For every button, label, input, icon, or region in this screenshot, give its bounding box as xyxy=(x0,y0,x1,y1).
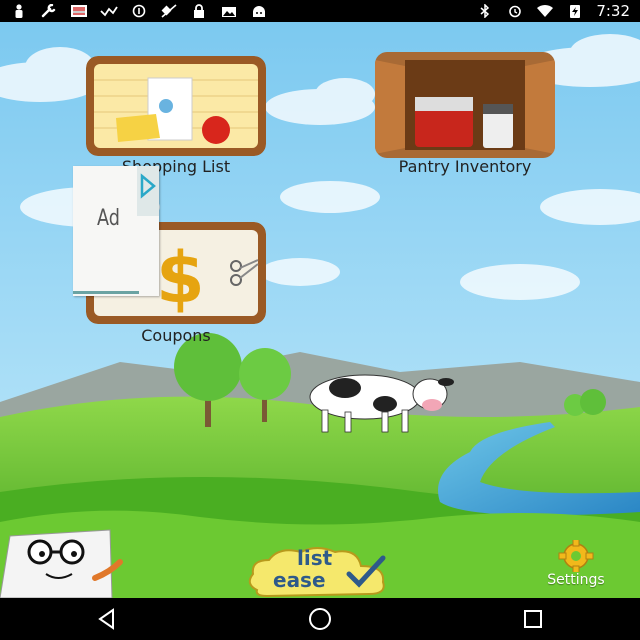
svg-text:$: $ xyxy=(156,237,205,319)
wrench-icon xyxy=(40,4,58,18)
alert-circle-icon xyxy=(130,4,148,18)
android-icon xyxy=(250,4,268,18)
home-circle-icon xyxy=(308,608,331,630)
ad-choices-strip xyxy=(137,166,159,216)
recents-square-icon xyxy=(524,610,543,628)
bluetooth-icon xyxy=(476,4,494,18)
ad-label: Ad xyxy=(97,206,120,231)
wifi-icon xyxy=(536,4,554,18)
alarm-icon xyxy=(506,4,524,18)
back-button[interactable] xyxy=(87,601,127,637)
status-bar-left xyxy=(0,4,268,18)
shopping-list-icon xyxy=(86,56,266,156)
recents-button[interactable] xyxy=(513,601,553,637)
pantry-inventory-tile[interactable] xyxy=(375,52,555,158)
person-icon xyxy=(10,4,28,18)
ad-choices-icon xyxy=(140,173,156,199)
ad-banner[interactable]: Ad xyxy=(73,166,159,296)
image-icon xyxy=(70,4,88,18)
list-ease-logo[interactable]: list ease xyxy=(245,544,395,598)
logo-text-list: list xyxy=(297,546,333,570)
navigation-bar xyxy=(0,598,640,640)
mascot-character xyxy=(0,522,140,598)
status-time: 7:32 xyxy=(596,2,630,20)
signal-check-icon xyxy=(100,4,118,18)
gear-icon xyxy=(558,538,594,574)
satellite-off-icon xyxy=(160,4,178,18)
coupons-label: Coupons xyxy=(141,326,211,345)
battery-charging-icon xyxy=(566,4,584,18)
status-bar: 7:32 xyxy=(0,0,640,22)
shopping-list-tile[interactable] xyxy=(86,56,266,156)
lock-icon xyxy=(190,4,208,18)
ad-underline xyxy=(73,291,139,294)
home-button[interactable] xyxy=(300,601,340,637)
settings-label: Settings xyxy=(547,572,605,588)
logo-text-ease: ease xyxy=(273,568,326,592)
back-triangle-icon xyxy=(97,608,114,630)
status-bar-right: 7:32 xyxy=(476,2,640,20)
photo-icon xyxy=(220,4,238,18)
pantry-inventory-icon xyxy=(375,52,555,158)
home-screen: Shopping List Pantry Inventory $ Coupons xyxy=(0,22,640,598)
pantry-inventory-label: Pantry Inventory xyxy=(398,157,532,176)
settings-button[interactable]: Settings xyxy=(534,538,618,590)
